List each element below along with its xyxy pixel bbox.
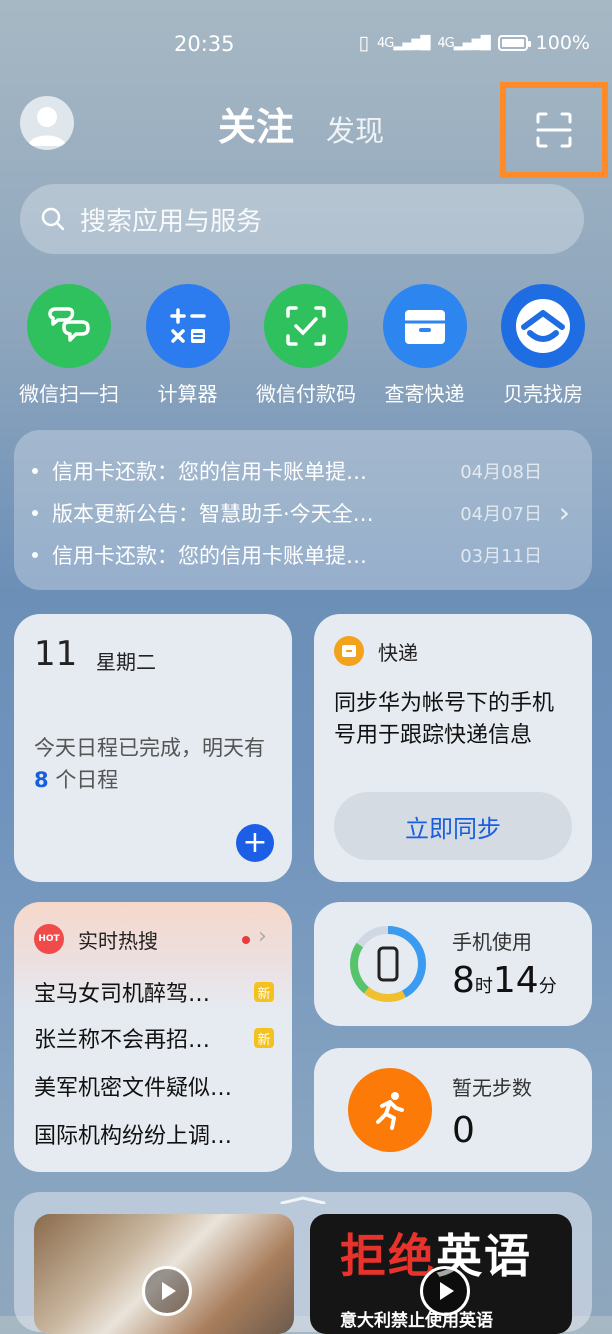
video-thumbnail-1[interactable] <box>34 1214 294 1334</box>
app-calculator[interactable]: 计算器 <box>129 284 247 407</box>
new-badge: 新 <box>254 982 274 1002</box>
hot-search-card[interactable]: HOT 实时热搜 › 宝马女司机醉驾… 新 张兰称不会再招… 新 美军机密文件疑似…… <box>14 902 292 1172</box>
scan-button[interactable] <box>500 82 608 178</box>
running-icon <box>348 1068 432 1152</box>
hot-item[interactable]: 宝马女司机醉驾… 新 <box>34 976 274 1008</box>
express-text: 同步华为帐号下的手机号用于跟踪快递信息 <box>334 691 555 748</box>
app-label: 计算器 <box>157 382 218 406</box>
calendar-day: 11 <box>34 634 78 674</box>
app-wechat-scan[interactable]: 微信扫一扫 <box>10 284 128 407</box>
express-box-icon <box>334 636 364 666</box>
app-wechat-pay[interactable]: 微信付款码 <box>247 284 365 407</box>
calendar-card[interactable]: 11 星期二 今天日程已完成，明天有 8 个日程 + <box>14 614 292 882</box>
usage-ring-icon <box>350 926 426 1002</box>
hot-item[interactable]: 张兰称不会再招… 新 <box>34 1022 274 1054</box>
usage-label: 手机使用 <box>452 930 532 954</box>
notice-card[interactable]: 信用卡还款：您的信用卡账单提… 04月08日 版本更新公告：智慧助手·今天全… 04… <box>14 430 592 590</box>
add-event-button[interactable]: + <box>236 824 274 862</box>
new-badge: 新 <box>254 1028 274 1048</box>
vibrate-icon: ▯ <box>358 32 369 54</box>
app-label: 微信付款码 <box>256 382 356 406</box>
notice-item[interactable]: 信用卡还款：您的信用卡账单提… 03月11日 <box>32 540 542 570</box>
battery-icon <box>497 35 531 51</box>
unread-dot <box>242 936 250 944</box>
phone-usage-card[interactable]: 手机使用 8时14分 <box>314 902 592 1026</box>
battery-percent: 100% <box>535 32 590 54</box>
app-label: 微信扫一扫 <box>19 382 119 406</box>
app-beike[interactable]: 贝壳找房 <box>484 284 602 407</box>
notice-item[interactable]: 版本更新公告：智慧助手·今天全… 04月07日 <box>32 498 542 528</box>
calculator-icon <box>145 284 230 368</box>
express-title: 快递 <box>378 640 418 665</box>
play-icon <box>142 1266 192 1316</box>
package-icon <box>382 284 467 368</box>
sync-button[interactable]: 立即同步 <box>334 792 572 860</box>
user-icon <box>28 107 66 146</box>
status-icons: ▯ 4G▂▄▆█ 4G▂▄▆█ 100% <box>359 32 590 54</box>
steps-label: 暂无步数 <box>452 1076 532 1100</box>
notice-item[interactable]: 信用卡还款：您的信用卡账单提… 04月08日 <box>32 456 542 486</box>
tab-follow[interactable]: 关注 <box>218 96 294 151</box>
app-express[interactable]: 查寄快递 <box>366 284 484 407</box>
pull-handle-icon[interactable] <box>278 1196 328 1204</box>
wechat-scan-icon <box>27 284 111 368</box>
quick-apps: 微信扫一扫 计算器 微信付款码 查寄快递 贝壳找房 <box>10 284 602 407</box>
hot-item[interactable]: 国际机构纷纷上调… <box>34 1118 274 1150</box>
calendar-weekday: 星期二 <box>96 650 156 674</box>
steps-value: 0 <box>452 1110 475 1151</box>
search-bar[interactable]: 搜索应用与服务 <box>20 184 584 254</box>
status-time: 20:35 <box>174 32 235 56</box>
app-label: 查寄快递 <box>384 382 465 406</box>
video-feed: 拒绝英语 意大利禁止使用英语 <box>14 1192 592 1334</box>
steps-card[interactable]: 暂无步数 0 <box>314 1048 592 1172</box>
app-label: 贝壳找房 <box>503 382 583 406</box>
video-thumbnail-2[interactable]: 拒绝英语 意大利禁止使用英语 <box>310 1214 572 1334</box>
hot-title: 实时热搜 <box>78 928 158 953</box>
express-card[interactable]: 快递 同步华为帐号下的手机号用于跟踪快递信息 立即同步 <box>314 614 592 882</box>
video-subtitle: 意大利禁止使用英语 <box>340 1311 493 1331</box>
beike-house-icon <box>501 284 585 368</box>
chevron-right-icon[interactable]: › <box>258 924 267 949</box>
usage-value: 8时14分 <box>452 960 557 1001</box>
signal-icon-1: 4G▂▄▆█ <box>376 35 430 51</box>
avatar[interactable] <box>20 96 74 150</box>
chevron-right-icon: › <box>558 496 570 529</box>
search-placeholder: 搜索应用与服务 <box>80 206 263 237</box>
wechat-pay-code-icon <box>264 284 348 368</box>
search-icon <box>41 207 65 231</box>
signal-icon-2: 4G▂▄▆█ <box>437 35 490 51</box>
calendar-summary: 今天日程已完成，明天有 8 个日程 <box>34 736 265 792</box>
tab-discover[interactable]: 发现 <box>326 108 384 150</box>
hot-icon: HOT <box>34 924 64 954</box>
scan-icon <box>536 112 572 148</box>
hot-item[interactable]: 美军机密文件疑似… <box>34 1070 274 1102</box>
